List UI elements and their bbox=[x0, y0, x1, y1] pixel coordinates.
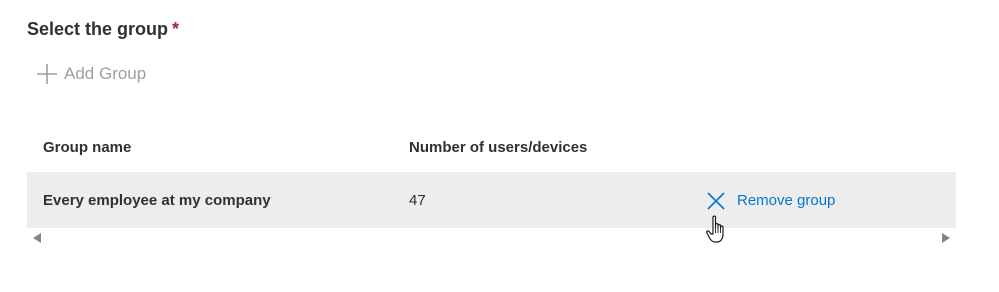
groups-table: Group name Number of users/devices Every… bbox=[27, 123, 956, 250]
table-header-row: Group name Number of users/devices bbox=[27, 123, 956, 173]
horizontal-scrollbar[interactable] bbox=[27, 228, 956, 250]
add-group-label: Add Group bbox=[64, 64, 147, 83]
column-header-user-count: Number of users/devices bbox=[409, 139, 588, 156]
column-header-group-name: Group name bbox=[43, 139, 132, 156]
hand-cursor-icon bbox=[705, 215, 729, 245]
group-selection-panel: Select the group * Add Group Group name N… bbox=[0, 0, 999, 292]
user-count-cell: 47 bbox=[409, 192, 426, 209]
plus-icon bbox=[36, 63, 58, 85]
scroll-left-arrow-icon[interactable] bbox=[33, 233, 41, 243]
remove-group-label: Remove group bbox=[737, 192, 836, 209]
section-title: Select the group * bbox=[27, 17, 179, 41]
close-icon bbox=[707, 191, 725, 210]
table-row: Every employee at my company 47 Remove g… bbox=[27, 173, 956, 228]
group-name-cell: Every employee at my company bbox=[43, 192, 271, 209]
required-marker: * bbox=[172, 19, 180, 39]
add-group-button[interactable]: Add Group bbox=[36, 61, 146, 87]
remove-group-button[interactable]: Remove group bbox=[707, 191, 836, 210]
scroll-right-arrow-icon[interactable] bbox=[942, 233, 950, 243]
section-title-text: Select the group bbox=[27, 19, 169, 39]
